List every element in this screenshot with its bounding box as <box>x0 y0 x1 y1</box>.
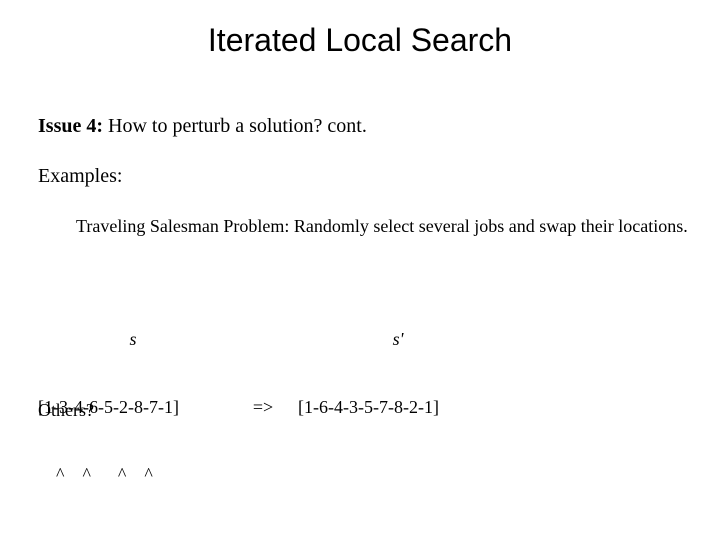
perturbation-example: s s' [1-3-4-6-5-2-8-7-1]=>[1-6-4-3-5-7-8… <box>38 283 498 531</box>
issue-label: Issue 4: <box>38 115 103 137</box>
s-prime-tour: [1-6-4-3-5-7-8-2-1] <box>298 396 498 419</box>
s-label: s <box>38 328 228 351</box>
spacer <box>228 328 298 351</box>
caret-markers: ^ ^ ^ ^ <box>38 463 228 486</box>
slide-title: Iterated Local Search <box>0 22 720 59</box>
issue-text: How to perturb a solution? cont. <box>103 115 367 137</box>
arrow: => <box>228 396 298 419</box>
issue-line: Issue 4: How to perturb a solution? cont… <box>38 115 367 138</box>
s-prime-label: s' <box>298 328 498 351</box>
examples-heading: Examples: <box>38 165 122 188</box>
others-text: Others? <box>38 400 94 421</box>
slide: Iterated Local Search Issue 4: How to pe… <box>0 0 720 540</box>
tsp-description: Traveling Salesman Problem: Randomly sel… <box>38 215 690 238</box>
